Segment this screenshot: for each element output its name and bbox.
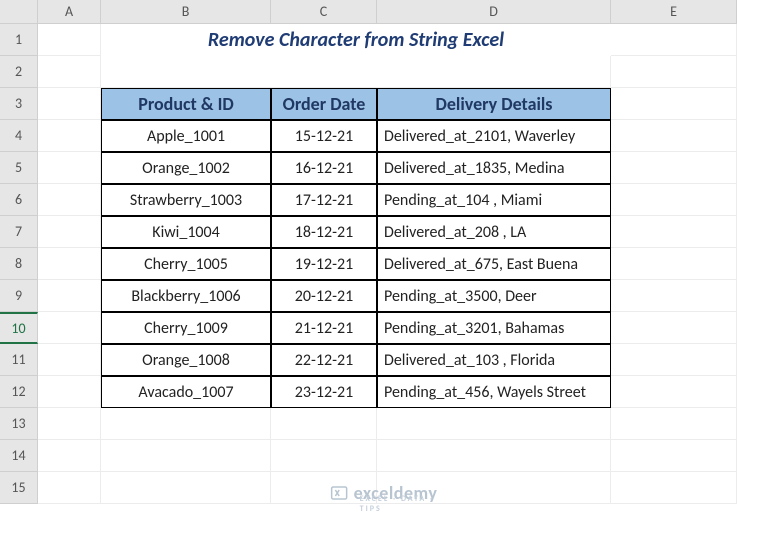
table-header-delivery[interactable]: Delivery Details (377, 88, 611, 120)
cell-E9[interactable] (611, 280, 737, 312)
cell-A4[interactable] (38, 120, 101, 152)
cell-product-5[interactable]: Blackberry_1006 (101, 280, 271, 312)
cell-E10[interactable] (611, 312, 737, 344)
cell-A9[interactable] (38, 280, 101, 312)
cell-product-6[interactable]: Cherry_1009 (101, 312, 271, 344)
cell-D13[interactable] (377, 408, 611, 440)
cell-E15[interactable] (611, 472, 737, 504)
cell-product-7[interactable]: Orange_1008 (101, 344, 271, 376)
cell-delivery-5[interactable]: Pending_at_3500, Deer (377, 280, 611, 312)
cell-product-2[interactable]: Strawberry_1003 (101, 184, 271, 216)
cell-A3[interactable] (38, 88, 101, 120)
row-header-2[interactable]: 2 (0, 56, 38, 88)
row-header-3[interactable]: 3 (0, 88, 38, 120)
cell-product-3[interactable]: Kiwi_1004 (101, 216, 271, 248)
cell-date-1[interactable]: 16-12-21 (271, 152, 377, 184)
cell-E1[interactable] (611, 24, 737, 56)
cell-date-3[interactable]: 18-12-21 (271, 216, 377, 248)
row-header-4[interactable]: 4 (0, 120, 38, 152)
cell-product-1[interactable]: Orange_1002 (101, 152, 271, 184)
table-header-product[interactable]: Product & ID (101, 88, 271, 120)
watermark-tagline: EXCEL · DATA · TIPS (360, 494, 438, 514)
row-header-9[interactable]: 9 (0, 280, 38, 312)
cell-A2[interactable] (38, 56, 101, 88)
row-header-15[interactable]: 15 (0, 472, 38, 504)
cell-E11[interactable] (611, 344, 737, 376)
cell-delivery-0[interactable]: Delivered_at_2101, Waverley (377, 120, 611, 152)
row-header-14[interactable]: 14 (0, 440, 38, 472)
row-header-13[interactable]: 13 (0, 408, 38, 440)
cell-delivery-6[interactable]: Pending_at_3201, Bahamas (377, 312, 611, 344)
cell-E4[interactable] (611, 120, 737, 152)
row-header-6[interactable]: 6 (0, 184, 38, 216)
cell-A6[interactable] (38, 184, 101, 216)
cell-date-7[interactable]: 22-12-21 (271, 344, 377, 376)
table-header-date[interactable]: Order Date (271, 88, 377, 120)
cell-date-5[interactable]: 20-12-21 (271, 280, 377, 312)
cell-A8[interactable] (38, 248, 101, 280)
cell-delivery-3[interactable]: Delivered_at_208 , LA (377, 216, 611, 248)
cell-B2D2[interactable] (101, 56, 611, 88)
cell-E8[interactable] (611, 248, 737, 280)
row-header-5[interactable]: 5 (0, 152, 38, 184)
cell-product-4[interactable]: Cherry_1005 (101, 248, 271, 280)
cell-A12[interactable] (38, 376, 101, 408)
cell-D14[interactable] (377, 440, 611, 472)
cell-date-8[interactable]: 23-12-21 (271, 376, 377, 408)
cell-E7[interactable] (611, 216, 737, 248)
cell-B15[interactable] (101, 472, 271, 504)
cell-date-6[interactable]: 21-12-21 (271, 312, 377, 344)
cell-delivery-4[interactable]: Delivered_at_675, East Buena (377, 248, 611, 280)
cell-A11[interactable] (38, 344, 101, 376)
cell-A10[interactable] (38, 312, 101, 344)
col-header-C[interactable]: C (271, 0, 377, 24)
col-header-B[interactable]: B (101, 0, 271, 24)
spreadsheet-grid: A B C D E 1 Remove Character from String… (0, 0, 767, 504)
cell-E3[interactable] (611, 88, 737, 120)
cell-E14[interactable] (611, 440, 737, 472)
cell-A7[interactable] (38, 216, 101, 248)
row-header-8[interactable]: 8 (0, 248, 38, 280)
cell-C14[interactable] (271, 440, 377, 472)
cell-E12[interactable] (611, 376, 737, 408)
title-cell[interactable]: Remove Character from String Excel (101, 24, 611, 56)
cell-C13[interactable] (271, 408, 377, 440)
cell-delivery-8[interactable]: Pending_at_456, Wayels Street (377, 376, 611, 408)
cell-delivery-2[interactable]: Pending_at_104 , Miami (377, 184, 611, 216)
row-header-7[interactable]: 7 (0, 216, 38, 248)
cell-date-2[interactable]: 17-12-21 (271, 184, 377, 216)
cell-A13[interactable] (38, 408, 101, 440)
cell-A1[interactable] (38, 24, 101, 56)
cell-B13[interactable] (101, 408, 271, 440)
cell-E13[interactable] (611, 408, 737, 440)
cell-A5[interactable] (38, 152, 101, 184)
col-header-A[interactable]: A (38, 0, 101, 24)
cell-date-0[interactable]: 15-12-21 (271, 120, 377, 152)
cell-date-4[interactable]: 19-12-21 (271, 248, 377, 280)
excel-icon (330, 484, 348, 502)
select-all-corner[interactable] (0, 0, 38, 24)
cell-B14[interactable] (101, 440, 271, 472)
cell-E2[interactable] (611, 56, 737, 88)
cell-A15[interactable] (38, 472, 101, 504)
cell-delivery-7[interactable]: Delivered_at_103 , Florida (377, 344, 611, 376)
row-header-12[interactable]: 12 (0, 376, 38, 408)
cell-E5[interactable] (611, 152, 737, 184)
row-header-10[interactable]: 10 (0, 312, 38, 344)
cell-delivery-1[interactable]: Delivered_at_1835, Medina (377, 152, 611, 184)
row-header-11[interactable]: 11 (0, 344, 38, 376)
watermark-logo: exceldemy EXCEL · DATA · TIPS (330, 482, 438, 504)
col-header-D[interactable]: D (377, 0, 611, 24)
col-header-E[interactable]: E (611, 0, 737, 24)
cell-A14[interactable] (38, 440, 101, 472)
cell-product-8[interactable]: Avacado_1007 (101, 376, 271, 408)
row-header-1[interactable]: 1 (0, 24, 38, 56)
cell-E6[interactable] (611, 184, 737, 216)
cell-product-0[interactable]: Apple_1001 (101, 120, 271, 152)
